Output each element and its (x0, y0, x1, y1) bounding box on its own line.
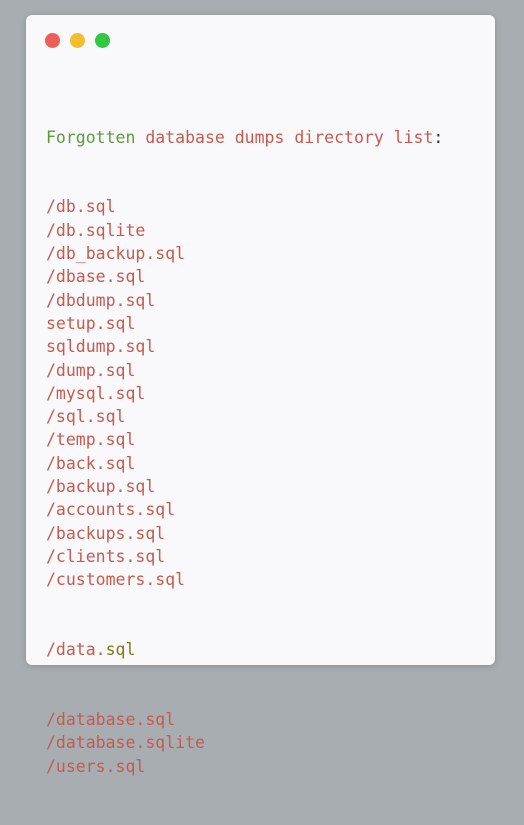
file-list-after: /database.sql/database.sqlite/users.sql (46, 708, 443, 778)
window-controls (45, 33, 110, 48)
file-line: /db.sqlite (46, 220, 146, 240)
file-line: /dump.sql (46, 360, 136, 380)
file-line: /backup.sql (46, 477, 156, 497)
file-line: /sql.sql (46, 407, 126, 427)
file-line: /users.sql (46, 756, 146, 776)
maximize-window-button[interactable] (95, 33, 110, 48)
file-line: /db_backup.sql (46, 244, 186, 264)
file-line: /db.sql (46, 197, 116, 217)
file-line: setup.sql (46, 313, 136, 333)
code-window: Forgotten database dumps directory list:… (26, 15, 495, 776)
close-window-button[interactable] (45, 33, 60, 48)
file-name-prefix: /data. (46, 640, 106, 660)
heading-colon: : (433, 127, 444, 147)
heading-text: database dumps directory list (135, 127, 434, 147)
file-line: sqldump.sql (46, 337, 156, 357)
heading-line: Forgotten database dumps directory list: (46, 126, 443, 149)
file-line-data: /data.sql (46, 638, 443, 661)
file-line: /temp.sql (46, 430, 136, 450)
file-line: /dbdump.sql (46, 290, 156, 310)
file-line: /database.sql (46, 710, 176, 730)
file-line: /clients.sql (46, 546, 166, 566)
file-line: /customers.sql (46, 570, 186, 590)
file-line: /mysql.sql (46, 383, 146, 403)
minimize-window-button[interactable] (70, 33, 85, 48)
heading-keyword: Forgotten (46, 127, 136, 147)
file-extension-highlight: sql (105, 640, 136, 660)
file-line: /dbase.sql (46, 267, 146, 287)
file-list: /db.sql/db.sqlite/db_backup.sql/dbase.sq… (46, 195, 443, 591)
file-line: /backups.sql (46, 523, 166, 543)
code-block: Forgotten database dumps directory list:… (46, 79, 443, 825)
file-line: /accounts.sql (46, 500, 176, 520)
file-line: /back.sql (46, 453, 136, 473)
file-line: /database.sqlite (46, 733, 205, 753)
